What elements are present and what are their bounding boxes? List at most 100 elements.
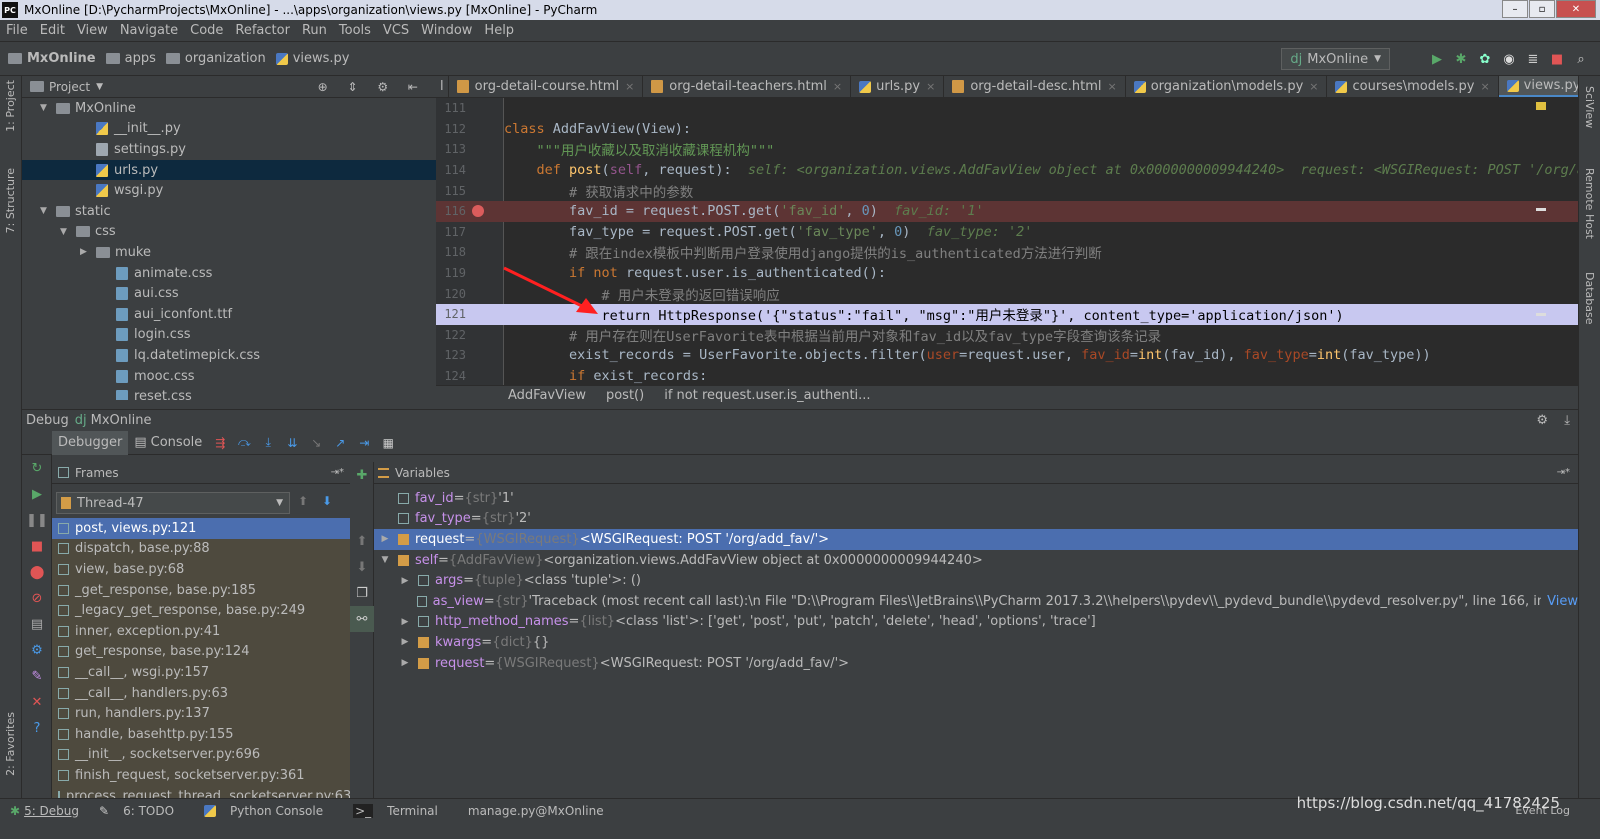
menu-help[interactable]: Help <box>478 23 520 38</box>
step-into-my-code-icon[interactable]: ⇊ <box>282 433 302 453</box>
tree-item[interactable]: settings.py <box>22 139 436 160</box>
tree-item[interactable]: lq.datetimepick.css <box>22 345 436 366</box>
close-tab-icon[interactable]: × <box>833 80 842 93</box>
frame-row[interactable]: get_response, base.py:124 <box>52 641 350 663</box>
menu-code[interactable]: Code <box>184 23 229 38</box>
view-breakpoints-icon[interactable]: ⬤ <box>22 559 52 585</box>
frame-down-icon[interactable]: ⬇ <box>322 494 332 508</box>
tree-item[interactable]: animate.css <box>22 263 436 284</box>
resume-icon[interactable]: ▶ <box>22 481 52 507</box>
minimize-button[interactable]: – <box>1502 0 1528 18</box>
menu-window[interactable]: Window <box>415 23 478 38</box>
frame-row[interactable]: run, handlers.py:137 <box>52 703 350 724</box>
frame-row[interactable]: __call__, wsgi.py:157 <box>52 662 350 683</box>
tab-file[interactable]: org-detail-teachers.html × <box>643 76 852 97</box>
variable-row[interactable]: ▶ request = {WSGIRequest} <WSGIRequest: P… <box>374 653 1578 674</box>
menu-tools[interactable]: Tools <box>333 23 377 38</box>
run-configuration-select[interactable]: dj MxOnline ▼ <box>1281 48 1390 70</box>
frame-row[interactable]: _legacy_get_response, base.py:249 <box>52 600 350 621</box>
frame-up-icon[interactable]: ⬆ <box>298 494 308 508</box>
chevron-down-icon[interactable]: ▼ <box>96 82 103 92</box>
tree-item[interactable]: mooc.css <box>22 366 436 387</box>
editor-error-stripe[interactable] <box>1536 98 1548 385</box>
collapsed-arrow-icon[interactable]: ▶ <box>398 576 412 586</box>
menu-edit[interactable]: Edit <box>34 23 71 38</box>
show-values-icon[interactable]: ⚯ <box>350 606 374 632</box>
status-debug[interactable]: ✱ 5: Debug <box>0 804 89 818</box>
tree-item[interactable]: wsgi.py <box>22 180 436 201</box>
tab-console[interactable]: ▤ Console <box>128 431 208 455</box>
hide-panel-icon[interactable]: ⤓ <box>1564 413 1570 428</box>
variable-row[interactable]: ▶ args = {tuple} <class 'tuple'>: () <box>374 570 1578 591</box>
tree-item[interactable]: aui.css <box>22 283 436 304</box>
mute-breakpoints-icon[interactable]: ⊘ <box>22 585 52 611</box>
step-over-icon[interactable]: ⤼ <box>234 433 254 453</box>
tree-item[interactable]: __init__.py <box>22 119 436 140</box>
frame-row[interactable]: handle, basehttp.py:155 <box>52 723 350 745</box>
frame-row[interactable]: _get_response, base.py:185 <box>52 579 350 601</box>
menu-vcs[interactable]: VCS <box>377 23 415 38</box>
status-todo[interactable]: ✎ 6: TODO <box>89 804 194 818</box>
profile-icon[interactable]: ◉ <box>1500 50 1518 68</box>
menu-navigate[interactable]: Navigate <box>114 23 184 38</box>
force-step-into-icon[interactable]: ↘ <box>306 433 326 453</box>
run-icon[interactable]: ▶ <box>1428 50 1446 68</box>
tab-file[interactable]: organization\models.py × <box>1126 76 1328 97</box>
frame-row[interactable]: post, views.py:121 <box>52 518 350 539</box>
collapsed-arrow-icon[interactable]: ▶ <box>378 534 392 544</box>
tab-file[interactable]: org-detail-desc.html × <box>944 76 1126 97</box>
run-to-cursor-icon[interactable]: ⇥ <box>354 433 374 453</box>
breadcrumb-organization[interactable]: organization <box>165 51 266 66</box>
tool-window-structure[interactable]: 7: Structure <box>4 168 17 233</box>
evaluate-expression-icon[interactable]: ▦ <box>378 433 398 453</box>
project-view-select[interactable]: Project <box>49 80 90 94</box>
show-execution-point-icon[interactable]: ⇶ <box>210 433 230 453</box>
variable-row[interactable]: ▶ request = {WSGIRequest} <WSGIRequest: P… <box>374 529 1578 550</box>
tree-item[interactable]: ▼ MxOnline <box>22 98 436 119</box>
variable-row[interactable]: ▶ http_method_names = {list} <class 'list… <box>374 612 1578 633</box>
close-tab-icon[interactable]: × <box>1108 80 1117 93</box>
variable-row[interactable]: ▼ self = {AddFavView} <organization.views… <box>374 550 1578 571</box>
breadcrumb-file[interactable]: views.py <box>275 51 350 66</box>
search-everywhere-icon[interactable]: ⌕ <box>1572 50 1590 68</box>
frame-row[interactable]: dispatch, base.py:88 <box>52 538 350 560</box>
settings-gear-icon[interactable]: ⚙ <box>1536 413 1548 428</box>
menu-run[interactable]: Run <box>296 23 333 38</box>
tab-file[interactable]: urls.py × <box>851 76 945 97</box>
breadcrumb-project[interactable]: MxOnline <box>8 51 96 66</box>
collapsed-arrow-icon[interactable]: ▶ <box>398 617 412 627</box>
move-up-icon[interactable]: ⬆ <box>350 528 374 554</box>
view-link[interactable]: View <box>1547 594 1578 609</box>
concurrency-icon[interactable]: ≣ <box>1524 50 1542 68</box>
tree-item[interactable]: login.css <box>22 325 436 346</box>
tab-file[interactable]: views.py× <box>1498 76 1578 97</box>
tabs-scroll-left[interactable]: l <box>436 76 449 97</box>
stop-icon[interactable]: ■ <box>22 533 52 559</box>
breadcrumb-apps[interactable]: apps <box>105 51 156 66</box>
frame-row[interactable]: process_request_thread, socketserver.py:… <box>52 785 350 798</box>
close-tab-icon[interactable]: × <box>1480 80 1489 93</box>
tool-window-project[interactable]: 1: Project <box>4 80 17 132</box>
copy-icon[interactable]: ❐ <box>350 580 374 606</box>
tool-window-remote-host[interactable]: Remote Host <box>1583 168 1596 239</box>
step-out-icon[interactable]: ↗ <box>330 433 350 453</box>
close-window-button[interactable]: ✕ <box>1556 0 1596 18</box>
debug-icon[interactable]: ✱ <box>1452 50 1470 68</box>
expanded-arrow-icon[interactable]: ▼ <box>60 227 70 237</box>
tab-file[interactable]: org-detail-course.html × <box>449 76 644 97</box>
tab-file[interactable]: courses\models.py × <box>1327 76 1499 97</box>
close-tab-icon[interactable]: × <box>926 80 935 93</box>
tree-item[interactable]: reset.css <box>22 386 436 400</box>
variable-row[interactable]: fav_id = {str} '1' <box>374 488 1578 509</box>
panel-actions-icon[interactable]: ⊕ ⇕ ⚙ ⇤ <box>318 80 426 94</box>
coverage-icon[interactable]: ✿ <box>1476 50 1494 68</box>
close-icon[interactable]: ✕ <box>22 689 52 715</box>
tool-window-database[interactable]: Database <box>1583 272 1596 325</box>
step-into-icon[interactable]: ⤓ <box>258 433 278 453</box>
status-python-console[interactable]: Python Console <box>194 804 343 818</box>
tool-window-favorites[interactable]: 2: Favorites <box>4 712 17 776</box>
tree-item[interactable]: ▼ css <box>22 222 436 243</box>
tab-debugger[interactable]: Debugger <box>52 430 129 455</box>
frame-row[interactable]: __call__, handlers.py:63 <box>52 682 350 704</box>
frame-row[interactable]: finish_request, socketserver.py:361 <box>52 765 350 786</box>
